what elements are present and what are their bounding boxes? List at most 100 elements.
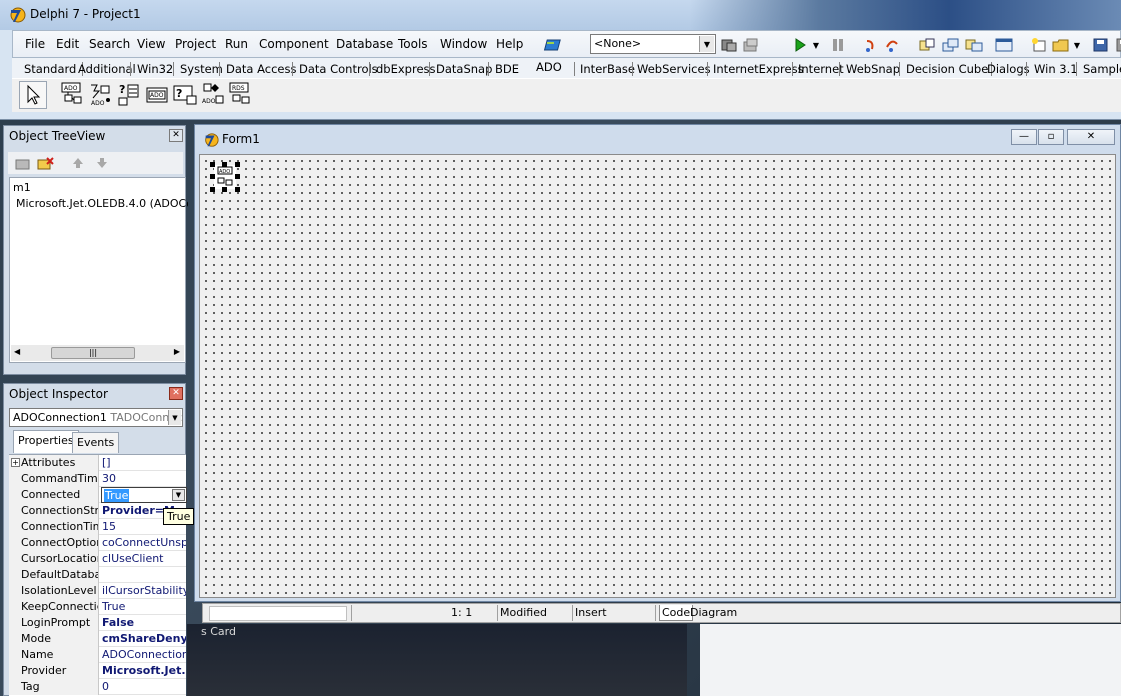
palette-tab-bde[interactable]: BDE bbox=[495, 62, 519, 76]
menu-run[interactable]: Run bbox=[225, 37, 248, 51]
menu-view[interactable]: View bbox=[137, 37, 165, 51]
palette-tab-internet[interactable]: Internet bbox=[798, 62, 844, 76]
property-row-cursorlocation[interactable]: CursorLocation clUseClient bbox=[9, 551, 186, 567]
adoconnection-component[interactable]: ADO bbox=[60, 82, 86, 108]
property-name[interactable]: DefaultDatabas bbox=[9, 567, 99, 583]
expand-plus-icon[interactable]: + bbox=[11, 458, 20, 467]
palette-tab-webservices[interactable]: WebServices bbox=[637, 62, 711, 76]
property-name[interactable]: KeepConnectic bbox=[9, 599, 99, 615]
palette-tab-data-access[interactable]: Data Access bbox=[226, 62, 296, 76]
adostoredproc-component[interactable]: ADO bbox=[200, 82, 226, 108]
palette-tab-additional[interactable]: Additional bbox=[78, 62, 136, 76]
configuration-combo[interactable]: <None> ▼ bbox=[590, 34, 716, 54]
property-name[interactable]: ConnectionTim bbox=[9, 519, 99, 535]
new-form-button[interactable] bbox=[916, 34, 938, 56]
form-canvas[interactable]: ADO bbox=[199, 154, 1116, 598]
property-value[interactable]: ilCursorStability bbox=[101, 583, 186, 599]
object-selector[interactable]: ADOConnection1 TADOConnec ▼ bbox=[9, 408, 183, 427]
tab-code[interactable]: Code bbox=[659, 605, 694, 621]
property-value[interactable]: False bbox=[101, 615, 186, 631]
new-item-button[interactable] bbox=[14, 155, 32, 174]
property-value-editor[interactable]: True ▼ bbox=[101, 487, 187, 503]
property-row-connectionstri[interactable]: ConnectionStri Provider=M bbox=[9, 503, 186, 519]
minimize-button[interactable]: — bbox=[1011, 129, 1037, 145]
tree-node[interactable]: Microsoft.Jet.OLEDB.4.0 (ADOConn bbox=[16, 197, 188, 210]
property-name[interactable]: IsolationLevel bbox=[9, 583, 99, 599]
menu-file[interactable]: File bbox=[25, 37, 45, 51]
property-row-provider[interactable]: Provider Microsoft.Jet.O bbox=[9, 663, 186, 679]
run-dropdown-button[interactable]: ▼ bbox=[809, 34, 823, 56]
chevron-down-icon[interactable]: ▼ bbox=[699, 36, 714, 52]
tree-node[interactable]: m1 bbox=[13, 181, 185, 194]
palette-tab-win31[interactable]: Win 3.1 bbox=[1034, 62, 1078, 76]
open-dropdown-button[interactable]: ▼ bbox=[1070, 34, 1084, 56]
adotable-component[interactable]: ADO bbox=[144, 82, 170, 108]
property-name[interactable]: CursorLocation bbox=[9, 551, 99, 567]
property-name[interactable]: ConnectionStri bbox=[9, 503, 99, 519]
new-items-button[interactable] bbox=[1028, 34, 1050, 56]
close-icon[interactable]: ✕ bbox=[169, 387, 183, 400]
menu-window[interactable]: Window bbox=[440, 37, 487, 51]
scrollbar-thumb[interactable]: ||| bbox=[51, 347, 135, 359]
property-row-connected[interactable]: Connected True ▼ bbox=[9, 487, 187, 503]
tab-properties[interactable]: Properties bbox=[13, 430, 79, 453]
property-name[interactable]: Mode bbox=[9, 631, 99, 647]
save-all-button[interactable] bbox=[740, 34, 762, 56]
save-button[interactable] bbox=[1090, 34, 1112, 56]
property-value[interactable]: clUseClient bbox=[101, 551, 186, 567]
palette-tab-ado[interactable]: ADO bbox=[536, 60, 562, 74]
delete-item-button[interactable] bbox=[37, 155, 55, 174]
palette-tab-internetexpress[interactable]: InternetExpress bbox=[713, 62, 804, 76]
menu-component[interactable]: Component bbox=[259, 37, 329, 51]
property-value[interactable] bbox=[101, 567, 186, 583]
property-name[interactable]: Name bbox=[9, 647, 99, 663]
property-row-name[interactable]: NameADOConnection1 bbox=[9, 647, 186, 663]
help-contents-button[interactable] bbox=[541, 34, 563, 56]
chevron-down-icon[interactable]: ▼ bbox=[168, 410, 181, 425]
menu-edit[interactable]: Edit bbox=[56, 37, 79, 51]
property-row-connectiontim[interactable]: ConnectionTim 15 bbox=[9, 519, 186, 535]
open-button[interactable] bbox=[1050, 34, 1072, 56]
property-value[interactable]: Microsoft.Jet.O bbox=[101, 663, 186, 679]
palette-tab-interbase[interactable]: InterBase bbox=[580, 62, 635, 76]
property-value[interactable]: 0 bbox=[101, 679, 186, 695]
scroll-right-icon[interactable]: ▶ bbox=[174, 347, 180, 356]
palette-tab-samples[interactable]: Samples bbox=[1083, 62, 1121, 76]
property-row-isolationlevel[interactable]: IsolationLevel ilCursorStability bbox=[9, 583, 186, 599]
property-value[interactable]: ADOConnection1 bbox=[101, 647, 186, 663]
step-over-button[interactable] bbox=[881, 34, 903, 56]
trace-into-button[interactable] bbox=[859, 34, 881, 56]
adocommand-component[interactable]: ADO bbox=[88, 82, 114, 108]
palette-tab-data-controls[interactable]: Data Controls bbox=[299, 62, 378, 76]
property-row-commandtime[interactable]: CommandTime 30 bbox=[9, 471, 186, 487]
menu-tools[interactable]: Tools bbox=[398, 37, 428, 51]
adoquery-component[interactable]: ? bbox=[172, 82, 198, 108]
palette-tab-websnap[interactable]: WebSnap bbox=[846, 62, 900, 76]
property-row-tag[interactable]: Tag 0 bbox=[9, 679, 186, 695]
move-up-button[interactable] bbox=[70, 155, 86, 174]
move-down-button[interactable] bbox=[94, 155, 110, 174]
palette-tab-system[interactable]: System bbox=[180, 62, 223, 76]
menu-search[interactable]: Search bbox=[89, 37, 130, 51]
palette-tab-dialogs[interactable]: Dialogs bbox=[987, 62, 1030, 76]
toggle-form-unit-button[interactable] bbox=[963, 34, 985, 56]
menu-help[interactable]: Help bbox=[496, 37, 523, 51]
palette-tab-datasnap[interactable]: DataSnap bbox=[436, 62, 492, 76]
property-row-connectoption[interactable]: ConnectOption coConnectUnspe bbox=[9, 535, 186, 551]
chevron-down-icon[interactable]: ▼ bbox=[172, 489, 185, 501]
menu-database[interactable]: Database bbox=[336, 37, 393, 51]
close-icon[interactable]: ✕ bbox=[169, 129, 183, 142]
maximize-button[interactable]: ▫ bbox=[1038, 129, 1064, 145]
property-value[interactable]: True bbox=[101, 599, 186, 615]
palette-tab-dbexpress[interactable]: dbExpress bbox=[376, 62, 436, 76]
horizontal-scrollbar[interactable]: ◀ ||| ▶ bbox=[11, 345, 184, 361]
property-value[interactable]: 30 bbox=[101, 471, 186, 487]
title-bar[interactable]: Delphi 7 - Project1 bbox=[0, 0, 1121, 30]
menu-project[interactable]: Project bbox=[175, 37, 216, 51]
scroll-left-icon[interactable]: ◀ bbox=[14, 347, 20, 356]
property-row-attributes[interactable]: Attributes + [] bbox=[9, 455, 186, 471]
open-project-button[interactable] bbox=[718, 34, 740, 56]
rdsconnection-component[interactable]: RDS bbox=[228, 82, 254, 108]
property-name[interactable]: ConnectOption bbox=[9, 535, 99, 551]
save-as-button[interactable] bbox=[1113, 34, 1121, 56]
